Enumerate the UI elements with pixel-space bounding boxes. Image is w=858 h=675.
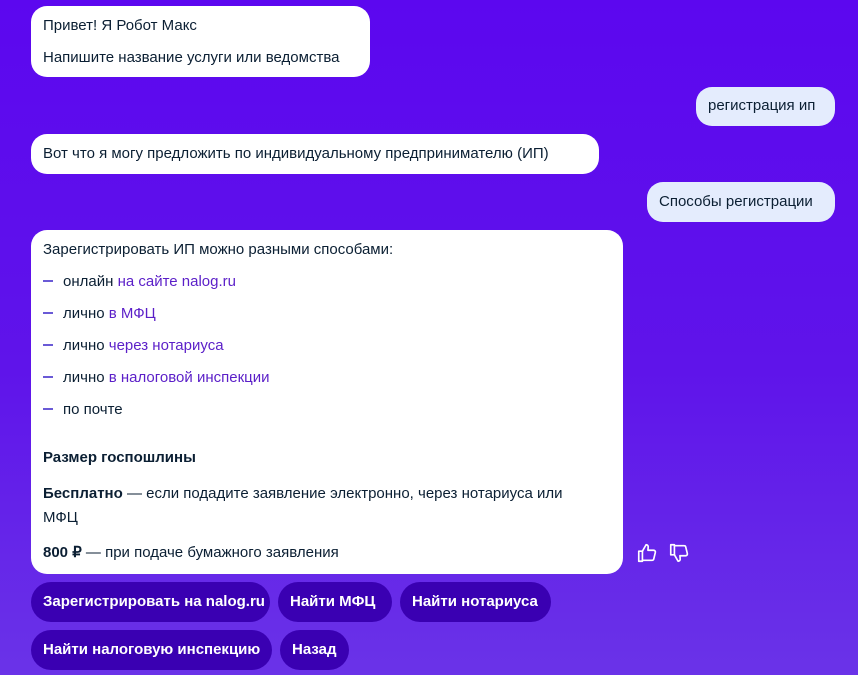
list-item-text: онлайн (63, 273, 118, 290)
fee-paid-line: 800 ₽ — при подаче бумажного заявления (43, 543, 339, 563)
list-item: лично через нотариуса (43, 336, 224, 356)
dash-bullet-icon (43, 280, 53, 283)
link-nalog-site[interactable]: на сайте nalog.ru (118, 273, 236, 290)
fee-free-text-cont: МФЦ (43, 509, 78, 526)
fee-paid-text: — при подаче бумажного заявления (81, 544, 339, 561)
link-notary[interactable]: через нотариуса (109, 337, 224, 354)
fee-free-text: — если подадите заявление электронно, че… (122, 485, 563, 502)
fee-free-line: Бесплатно — если подадите заявление элек… (43, 484, 562, 504)
quick-reply-find-tax-office[interactable]: Найти налоговую инспекцию (31, 630, 272, 670)
list-item-text: лично (63, 305, 109, 322)
quick-reply-find-notary[interactable]: Найти нотариуса (400, 582, 551, 622)
link-tax-office[interactable]: в налоговой инспекции (109, 369, 270, 386)
list-item: лично в МФЦ (43, 304, 156, 324)
quick-reply-back[interactable]: Назад (280, 630, 349, 670)
dash-bullet-icon (43, 408, 53, 411)
user-message-query: регистрация ип (696, 87, 835, 126)
bot-message-text: Вот что я могу предложить по индивидуаль… (43, 145, 549, 162)
answer-intro: Зарегистрировать ИП можно разными способ… (43, 241, 394, 258)
link-mfc[interactable]: в МФЦ (109, 305, 156, 322)
bot-message-greeting: Привет! Я Робот Макс Напишите название у… (31, 6, 370, 77)
fee-heading: Размер госпошлины (43, 449, 196, 466)
fee-paid-amount: 800 ₽ (43, 544, 82, 561)
user-message-text: Способы регистрации (659, 193, 813, 210)
list-item: онлайн на сайте nalog.ru (43, 272, 236, 292)
quick-reply-find-mfc[interactable]: Найти МФЦ (278, 582, 392, 622)
list-item-text: лично (63, 337, 109, 354)
user-message-ways: Способы регистрации (647, 182, 835, 222)
thumbs-down-icon[interactable] (668, 542, 690, 564)
quick-reply-register-nalog[interactable]: Зарегистрировать на nalog.ru (31, 582, 270, 622)
list-item: по почте (43, 400, 123, 420)
bot-message-answer: Зарегистрировать ИП можно разными способ… (31, 230, 623, 574)
dash-bullet-icon (43, 344, 53, 347)
fee-free-label: Бесплатно (43, 485, 123, 502)
dash-bullet-icon (43, 376, 53, 379)
list-item-text: лично (63, 369, 109, 386)
list-item: лично в налоговой инспекции (43, 368, 270, 388)
greeting-text: Привет! Я Робот Макс (43, 17, 197, 34)
thumbs-up-icon[interactable] (636, 542, 658, 564)
list-item-text: по почте (63, 401, 123, 418)
bot-message-offer: Вот что я могу предложить по индивидуаль… (31, 134, 599, 174)
user-message-text: регистрация ип (708, 97, 816, 114)
dash-bullet-icon (43, 312, 53, 315)
prompt-text: Напишите название услуги или ведомства (43, 49, 340, 66)
